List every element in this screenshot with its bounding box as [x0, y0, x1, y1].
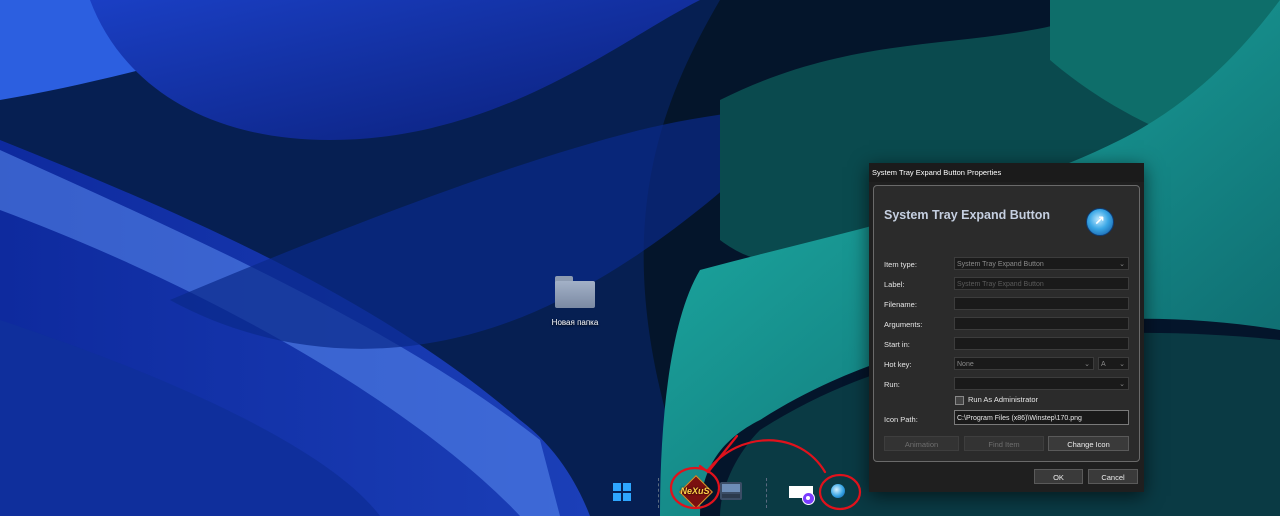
taskbar-separator	[766, 478, 767, 508]
properties-dialog: System Tray Expand Button Properties Sys…	[869, 163, 1144, 492]
keyboard-app-icon[interactable]	[720, 482, 742, 500]
icon-path-input[interactable]: C:\Program Files (x86)\Winstep\170.png	[954, 410, 1129, 425]
taskbar: NeXuS	[0, 470, 1280, 516]
nexus-dock-icon[interactable]: NeXuS	[679, 475, 713, 509]
filename-label: Filename:	[884, 300, 917, 309]
change-icon-button[interactable]: Change Icon	[1048, 436, 1129, 451]
hot-key-letter-value: A	[1101, 361, 1106, 368]
tray-expand-icon: ↗	[1086, 208, 1114, 236]
folder-label: Новая папка	[551, 318, 599, 327]
item-type-label: Item type:	[884, 260, 917, 269]
dialog-heading: System Tray Expand Button	[884, 208, 1051, 222]
hot-key-value: None	[957, 361, 974, 368]
chevron-down-icon: ⌄	[1119, 261, 1125, 268]
item-type-value: System Tray Expand Button	[957, 261, 1044, 268]
animation-button[interactable]: Animation	[884, 436, 959, 451]
hot-key-label: Hot key:	[884, 360, 912, 369]
desktop-folder-icon[interactable]: Новая папка	[546, 276, 604, 327]
item-type-select[interactable]: System Tray Expand Button ⌄	[954, 257, 1129, 270]
hot-key-select[interactable]: None ⌄	[954, 357, 1094, 370]
nexus-label: NeXuS	[680, 486, 710, 496]
arguments-input[interactable]	[954, 317, 1129, 330]
chevron-down-icon: ⌄	[1119, 361, 1125, 368]
taskbar-separator	[658, 478, 659, 508]
start-in-input[interactable]	[954, 337, 1129, 350]
hot-key-letter-select[interactable]: A ⌄	[1098, 357, 1129, 370]
notification-badge-icon	[802, 492, 815, 505]
run-label: Run:	[884, 380, 900, 389]
arguments-label: Arguments:	[884, 320, 923, 329]
filename-input[interactable]	[954, 297, 1129, 310]
folder-icon	[555, 276, 595, 308]
start-button[interactable]	[613, 483, 631, 501]
run-select[interactable]: ⌄	[954, 377, 1129, 390]
chevron-down-icon: ⌄	[1119, 381, 1125, 388]
find-item-button[interactable]: Find Item	[964, 436, 1044, 451]
label-input[interactable]: System Tray Expand Button	[954, 277, 1129, 290]
properties-panel: System Tray Expand Button ↗ Item type: S…	[873, 185, 1140, 462]
dialog-title[interactable]: System Tray Expand Button Properties	[869, 163, 1144, 182]
label-label: Label:	[884, 280, 905, 289]
chevron-down-icon: ⌄	[1084, 361, 1090, 368]
icon-path-label: Icon Path:	[884, 415, 918, 424]
start-in-label: Start in:	[884, 340, 910, 349]
system-tray-expand-icon[interactable]	[831, 484, 845, 498]
run-as-admin-label: Run As Administrator	[968, 395, 1039, 404]
run-as-admin-checkbox[interactable]	[955, 396, 964, 405]
